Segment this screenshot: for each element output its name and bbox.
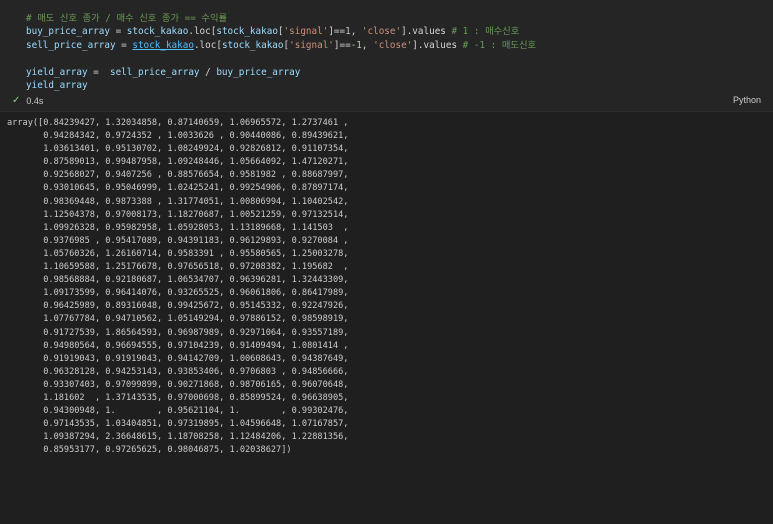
output-line: 0.98369448, 0.9873388 , 1.31774051, 1.00… — [7, 196, 349, 207]
code-token: 'close' — [361, 26, 402, 38]
notebook-code-cell[interactable]: # 매도 신호 종가 / 매수 신호 종가 == 수익률 buy_price_ar… — [0, 0, 773, 112]
output-line: 0.96425989, 0.89316048, 0.99425672, 0.95… — [7, 301, 349, 312]
code-token: ].values — [412, 39, 463, 51]
code-token: # 매도 신호 종가 / 매수 신호 종가 == 수익률 — [26, 13, 228, 24]
code-token: stock_kakao — [216, 26, 278, 38]
code-token: buy_price_array — [216, 66, 301, 78]
execution-time: 0.4s — [26, 95, 44, 106]
code-token: stock_kakao — [132, 39, 194, 51]
code-token: yield_array — [26, 79, 88, 91]
code-token: yield_array — [26, 66, 88, 78]
output-line: 0.96328128, 0.94253143, 0.93853406, 0.97… — [7, 366, 349, 377]
output-line: 0.93307403, 0.97099899, 0.90271868, 0.98… — [7, 379, 349, 390]
output-line: 0.92568027, 0.9407256 , 0.88576654, 0.95… — [7, 170, 349, 181]
code-token: stock_kakao — [126, 26, 189, 38]
code-line: yield_array — [26, 79, 536, 92]
output-line: 1.09926328, 0.95982958, 1.05928053, 1.13… — [7, 222, 349, 233]
output-line: 1.10659588, 1.25176678, 0.97656518, 0.97… — [7, 262, 349, 273]
output-line: 1.181602 , 1.37143535, 0.97000698, 0.858… — [7, 392, 349, 403]
check-icon: ✓ — [12, 95, 21, 106]
code-token: 'signal' — [289, 39, 334, 51]
code-token: 'close' — [373, 39, 413, 51]
code-token: , — [350, 26, 362, 38]
output-line: 1.03613401, 0.95130702, 1.08249924, 0.92… — [7, 144, 349, 155]
output-line: 0.91919043, 0.91919043, 0.94142709, 1.00… — [7, 353, 349, 364]
output-line: 1.12504378, 0.97008173, 1.18270687, 1.00… — [7, 209, 349, 220]
language-selector[interactable]: Python — [733, 95, 761, 105]
output-line: 0.98568884, 0.92180687, 1.06534707, 0.96… — [7, 275, 349, 286]
code-token: stock_kakao — [221, 39, 284, 51]
output-line: array([0.84239427, 1.32034858, 0.8714065… — [7, 118, 349, 128]
code-token: = — [87, 66, 110, 78]
code-token: = — [109, 26, 127, 38]
code-editor[interactable]: # 매도 신호 종가 / 매수 신호 종가 == 수익률 buy_price_ar… — [26, 12, 536, 92]
code-line: # 매도 신호 종가 / 매수 신호 종가 == 수익률 — [26, 12, 536, 25]
cell-output: array([0.84239427, 1.32034858, 0.8714065… — [7, 117, 767, 457]
code-token: .loc[ — [188, 26, 217, 38]
output-line: 1.09173599, 0.96414076, 0.93265525, 0.96… — [7, 288, 349, 299]
code-token: ].values — [401, 26, 452, 38]
cell-focus-bar — [0, 0, 2, 111]
code-token: ]== — [328, 26, 346, 38]
output-line: 0.94980564, 0.96694555, 0.97104239, 0.91… — [7, 340, 349, 351]
output-line: 0.94284342, 0.9724352 , 1.0033626 , 0.90… — [7, 131, 349, 142]
code-token: / — [199, 66, 217, 78]
code-token: , — [361, 39, 374, 51]
code-line: yield_array = sell_price_array / buy_pri… — [26, 66, 536, 79]
code-token: sell_price_array — [109, 66, 200, 78]
code-token: # 1 : 매수신호 — [451, 26, 520, 38]
output-line: 1.05760326, 1.26160714, 0.9583391 , 0.95… — [7, 248, 349, 259]
output-line: 1.09387294, 2.36648615, 1.18708258, 1.12… — [7, 432, 349, 443]
code-token: ]== — [333, 39, 351, 51]
output-line: 0.91727539, 1.86564593, 0.96987989, 0.92… — [7, 327, 349, 338]
code-token: .loc[ — [193, 39, 222, 51]
code-token: -1 — [350, 39, 362, 51]
code-token: 'signal' — [283, 26, 329, 38]
output-line: 1.07767784, 0.94710562, 1.05149294, 0.97… — [7, 314, 349, 325]
code-token: sell_price_array — [26, 39, 116, 51]
code-token: buy_price_array — [26, 26, 110, 38]
code-token: # -1 : 매도신호 — [462, 39, 537, 51]
output-line: 0.87589013, 0.99487958, 1.09248446, 1.05… — [7, 157, 349, 168]
output-line: 0.94300948, 1. , 0.95621104, 1. , 0.9930… — [7, 406, 349, 417]
code-line: buy_price_array = stock_kakao.loc[stock_… — [26, 25, 536, 38]
output-line: 0.93010645, 0.95046999, 1.02425241, 0.99… — [7, 183, 349, 194]
code-token: = — [115, 39, 133, 51]
output-line: 0.9376985 , 0.95417089, 0.94391183, 0.96… — [7, 235, 349, 246]
code-line: sell_price_array = stock_kakao.loc[stock… — [26, 39, 536, 52]
output-line: 0.97143535, 1.03404851, 0.97319895, 1.04… — [7, 419, 349, 430]
code-line — [26, 52, 536, 65]
output-line: 0.85953177, 0.97265625, 0.98046875, 1.02… — [7, 445, 292, 456]
execution-status: ✓ 0.4s — [12, 95, 43, 106]
